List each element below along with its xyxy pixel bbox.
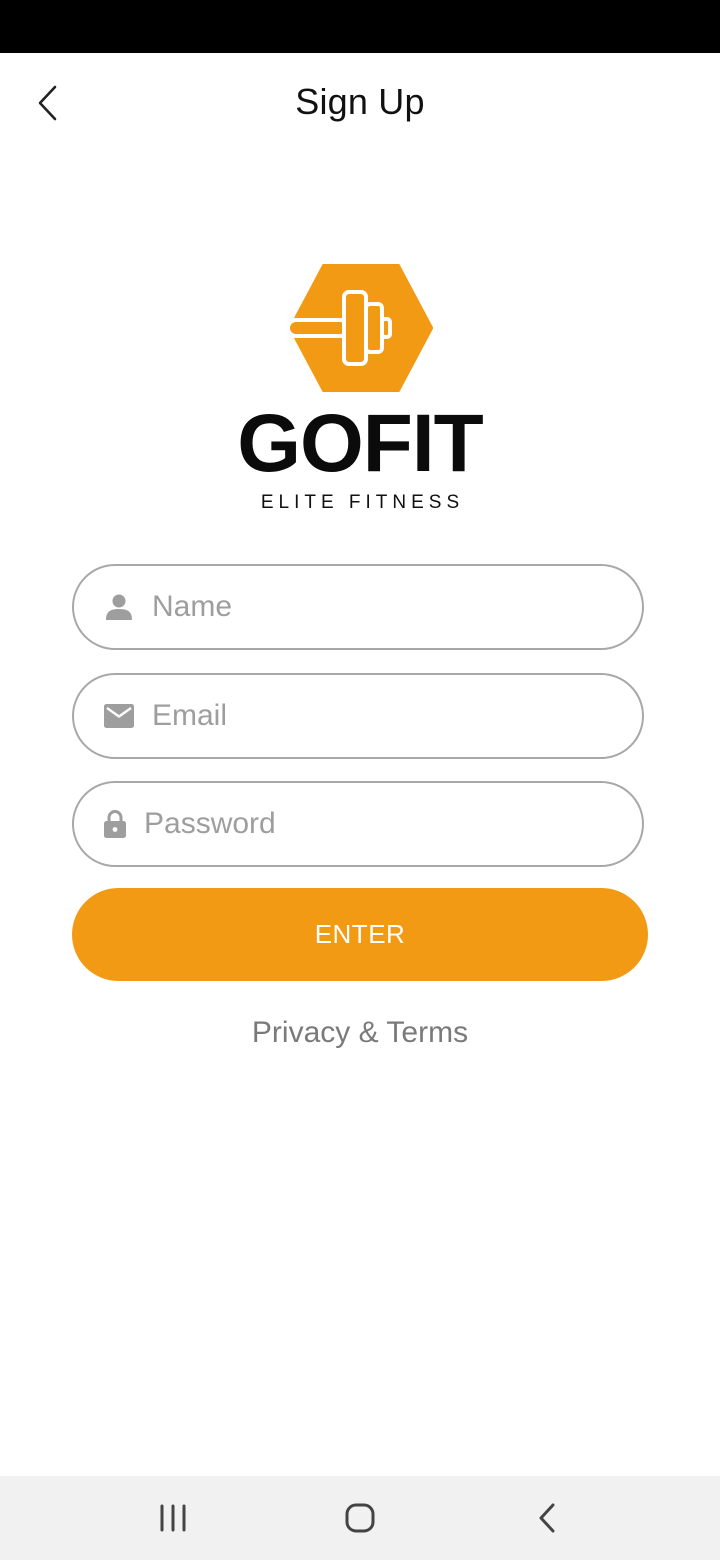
status-bar — [0, 0, 720, 53]
app-header: Sign Up — [0, 53, 720, 157]
password-field[interactable] — [72, 781, 644, 867]
home-icon — [345, 1503, 375, 1533]
name-field[interactable] — [72, 564, 644, 650]
recents-button[interactable] — [143, 1496, 203, 1540]
system-nav-bar — [0, 1476, 720, 1560]
password-input[interactable] — [144, 794, 584, 854]
lock-icon — [100, 809, 130, 839]
privacy-terms-link[interactable]: Privacy & Terms — [0, 1016, 720, 1050]
home-button[interactable] — [330, 1496, 390, 1540]
name-input[interactable] — [152, 577, 592, 637]
page-title: Sign Up — [295, 81, 425, 122]
email-field[interactable] — [72, 673, 644, 759]
enter-button[interactable]: ENTER — [72, 888, 648, 981]
person-icon — [104, 592, 134, 622]
brand-name: GOFIT — [237, 398, 484, 489]
brand-tagline: ELITE FITNESS — [260, 492, 465, 513]
back-icon — [539, 1503, 555, 1533]
email-input[interactable] — [152, 686, 592, 746]
sign-up-screen: Sign Up GOFIT ELITE FITNESS Name Email E… — [0, 0, 720, 1560]
recents-icon — [160, 1504, 186, 1532]
dumbbell-hexagon-icon — [288, 264, 433, 392]
system-back-button[interactable] — [517, 1496, 577, 1540]
mail-icon — [104, 701, 134, 731]
